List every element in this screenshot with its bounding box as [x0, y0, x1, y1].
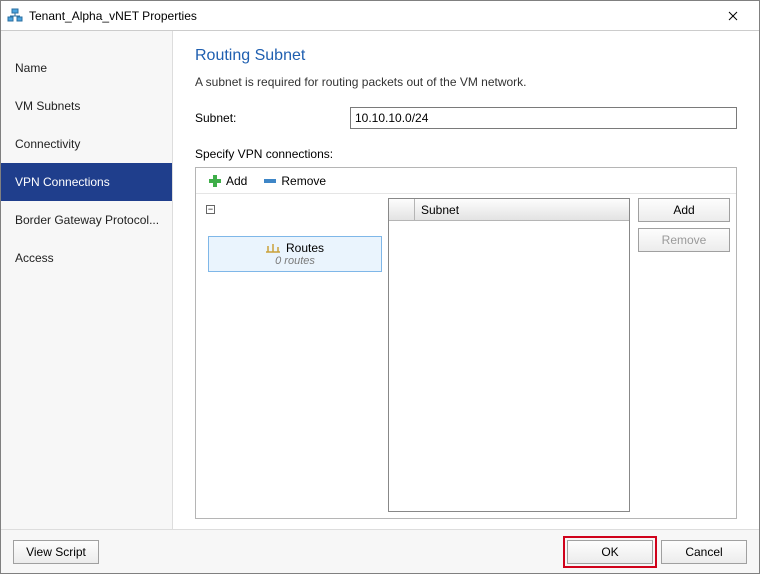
toolbar-remove-button[interactable]: Remove [257, 172, 332, 190]
toolbar-remove-label: Remove [281, 174, 326, 188]
vpn-connections-box: Add Remove − [195, 167, 737, 519]
page-title: Routing Subnet [195, 47, 737, 65]
properties-window: Tenant_Alpha_vNET Properties Name VM Sub… [0, 0, 760, 574]
sidebar-item-access[interactable]: Access [1, 239, 172, 277]
subnet-table-body[interactable] [389, 221, 629, 511]
toolbar-add-label: Add [226, 174, 247, 188]
subnet-row: Subnet: [195, 107, 737, 129]
tree-pane: − Routes 0 routes [202, 198, 382, 512]
subnet-label: Subnet: [195, 111, 350, 125]
routes-icon [266, 243, 280, 253]
ok-button[interactable]: OK [567, 540, 653, 564]
tree-blank-row [202, 220, 382, 236]
network-icon [7, 8, 23, 24]
subnet-column-header[interactable]: Subnet [415, 199, 629, 221]
subnet-input[interactable] [350, 107, 737, 129]
main-pane: Routing Subnet A subnet is required for … [173, 31, 759, 529]
subnet-table: Subnet [388, 198, 630, 512]
sidebar-item-bgp[interactable]: Border Gateway Protocol... [1, 201, 172, 239]
titlebar: Tenant_Alpha_vNET Properties [1, 1, 759, 31]
view-script-button[interactable]: View Script [13, 540, 99, 564]
sidebar-item-name[interactable]: Name [1, 49, 172, 87]
vpn-content: − Routes 0 routes [196, 194, 736, 518]
minus-icon [263, 174, 277, 188]
vpn-connections-label: Specify VPN connections: [195, 147, 737, 161]
tree-top-row: − [202, 198, 382, 220]
tree-item-routes[interactable]: Routes 0 routes [208, 236, 382, 272]
body: Name VM Subnets Connectivity VPN Connect… [1, 31, 759, 529]
subnet-header-spacer [389, 199, 415, 221]
routes-label: Routes [286, 241, 324, 255]
tree-collapse-button[interactable]: − [206, 205, 215, 214]
sidebar-item-vm-subnets[interactable]: VM Subnets [1, 87, 172, 125]
routes-count: 0 routes [215, 255, 375, 267]
close-button[interactable] [713, 2, 753, 30]
page-description: A subnet is required for routing packets… [195, 75, 737, 89]
footer: View Script OK Cancel [1, 529, 759, 573]
subnet-add-button[interactable]: Add [638, 198, 730, 222]
cancel-button[interactable]: Cancel [661, 540, 747, 564]
sidebar-item-vpn-connections[interactable]: VPN Connections [1, 163, 172, 201]
toolbar-add-button[interactable]: Add [202, 172, 253, 190]
routes-top: Routes [215, 241, 375, 255]
window-title: Tenant_Alpha_vNET Properties [29, 9, 713, 23]
plus-icon [208, 174, 222, 188]
sidebar-item-connectivity[interactable]: Connectivity [1, 125, 172, 163]
subnet-table-header: Subnet [389, 199, 629, 221]
vpn-toolbar: Add Remove [196, 168, 736, 194]
subnet-button-column: Add Remove [638, 198, 730, 512]
close-icon [728, 11, 738, 21]
sidebar: Name VM Subnets Connectivity VPN Connect… [1, 31, 173, 529]
subnet-remove-button[interactable]: Remove [638, 228, 730, 252]
subnet-pane: Subnet Add Remove [388, 198, 730, 512]
